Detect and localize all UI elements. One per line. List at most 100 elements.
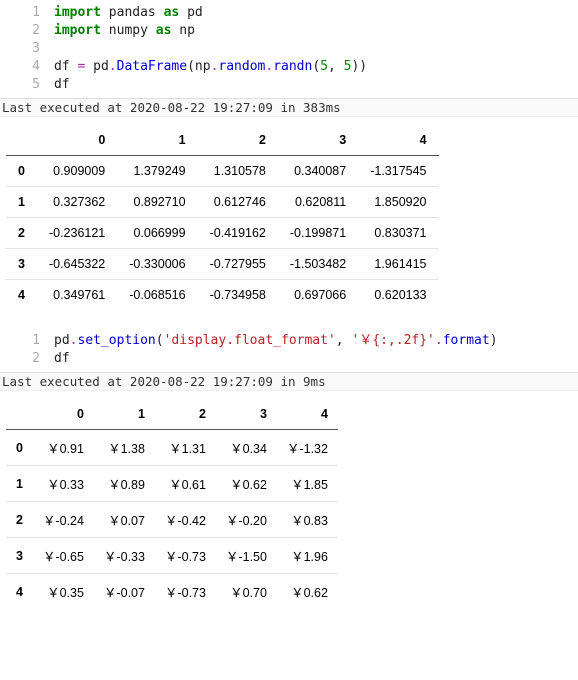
line-number: 4 [0, 58, 54, 76]
cell: -0.727955 [198, 249, 278, 280]
row-header: 2 [6, 218, 37, 249]
row-header: 4 [6, 280, 37, 311]
cell: ￥0.62 [277, 574, 338, 610]
code-text [54, 40, 62, 58]
cell: ￥0.07 [94, 502, 155, 538]
execution-info: Last executed at 2020-08-22 19:27:09 in … [0, 373, 578, 391]
table-row: 1￥0.33￥0.89￥0.61￥0.62￥1.85 [6, 466, 338, 502]
code-cell-2[interactable]: 1 pd.set_option('display.float_format', … [0, 328, 578, 373]
table-corner [6, 125, 37, 156]
code-line: 2 import numpy as np [0, 22, 578, 40]
cell: 1.961415 [358, 249, 438, 280]
col-header: 2 [155, 399, 216, 430]
cell: ￥0.89 [94, 466, 155, 502]
col-header: 3 [278, 125, 358, 156]
col-header: 3 [216, 399, 277, 430]
table-row: 0￥0.91￥1.38￥1.31￥0.34￥-1.32 [6, 430, 338, 466]
code-text: df [54, 76, 70, 94]
cell: ￥0.61 [155, 466, 216, 502]
row-header: 4 [6, 574, 33, 610]
code-text: import pandas as pd [54, 4, 203, 22]
cell: 1.379249 [117, 156, 197, 187]
cell: -1.317545 [358, 156, 438, 187]
table-row: 2￥-0.24￥0.07￥-0.42￥-0.20￥0.83 [6, 502, 338, 538]
table-row: 40.349761-0.068516-0.7349580.6970660.620… [6, 280, 439, 311]
cell: 0.327362 [37, 187, 117, 218]
table-row: 4￥0.35￥-0.07￥-0.73￥0.70￥0.62 [6, 574, 338, 610]
output-table-2: 0 1 2 3 4 0￥0.91￥1.38￥1.31￥0.34￥-1.321￥0… [6, 399, 338, 609]
cell: ￥1.85 [277, 466, 338, 502]
cell: 0.620133 [358, 280, 438, 311]
cell: -0.645322 [37, 249, 117, 280]
code-cell-1[interactable]: 1 import pandas as pd 2 import numpy as … [0, 0, 578, 99]
code-text: df = pd.DataFrame(np.random.randn(5, 5)) [54, 58, 367, 76]
row-header: 3 [6, 249, 37, 280]
cell: ￥-0.07 [94, 574, 155, 610]
cell: 0.830371 [358, 218, 438, 249]
execution-info: Last executed at 2020-08-22 19:27:09 in … [0, 99, 578, 117]
cell: -0.419162 [198, 218, 278, 249]
line-number: 1 [0, 332, 54, 350]
table-row: 10.3273620.8927100.6127460.6208111.85092… [6, 187, 439, 218]
code-line: 4 df = pd.DataFrame(np.random.randn(5, 5… [0, 58, 578, 76]
cell: ￥0.33 [33, 466, 94, 502]
table-row: 3￥-0.65￥-0.33￥-0.73￥-1.50￥1.96 [6, 538, 338, 574]
col-header: 1 [117, 125, 197, 156]
code-line: 5 df [0, 76, 578, 94]
line-number: 3 [0, 40, 54, 58]
cell: -0.330006 [117, 249, 197, 280]
cell: ￥-0.73 [155, 538, 216, 574]
cell: ￥1.96 [277, 538, 338, 574]
cell: -0.236121 [37, 218, 117, 249]
col-header: 0 [33, 399, 94, 430]
cell: 1.850920 [358, 187, 438, 218]
cell: 0.620811 [278, 187, 358, 218]
line-number: 5 [0, 76, 54, 94]
cell: ￥-1.32 [277, 430, 338, 466]
code-line: 3 [0, 40, 578, 58]
code-line: 1 pd.set_option('display.float_format', … [0, 332, 578, 350]
code-line: 2 df [0, 350, 578, 368]
cell: ￥0.35 [33, 574, 94, 610]
col-header: 1 [94, 399, 155, 430]
line-number: 2 [0, 22, 54, 40]
code-text: pd.set_option('display.float_format', '￥… [54, 332, 498, 350]
cell: 1.310578 [198, 156, 278, 187]
cell: 0.612746 [198, 187, 278, 218]
cell: ￥1.31 [155, 430, 216, 466]
cell: 0.697066 [278, 280, 358, 311]
table-corner [6, 399, 33, 430]
col-header: 2 [198, 125, 278, 156]
row-header: 3 [6, 538, 33, 574]
cell: ￥0.83 [277, 502, 338, 538]
line-number: 2 [0, 350, 54, 368]
table-row: 3-0.645322-0.330006-0.727955-1.5034821.9… [6, 249, 439, 280]
cell: ￥-1.50 [216, 538, 277, 574]
cell: ￥-0.24 [33, 502, 94, 538]
cell: 0.066999 [117, 218, 197, 249]
table-row: 2-0.2361210.066999-0.419162-0.1998710.83… [6, 218, 439, 249]
row-header: 1 [6, 187, 37, 218]
cell: ￥-0.42 [155, 502, 216, 538]
cell: -0.734958 [198, 280, 278, 311]
row-header: 0 [6, 430, 33, 466]
code-text: df [54, 350, 70, 368]
output-table-1: 0 1 2 3 4 00.9090091.3792491.3105780.340… [6, 125, 439, 310]
cell: ￥0.62 [216, 466, 277, 502]
col-header: 4 [358, 125, 438, 156]
code-text: import numpy as np [54, 22, 195, 40]
cell: 0.892710 [117, 187, 197, 218]
cell: 0.909009 [37, 156, 117, 187]
line-number: 1 [0, 4, 54, 22]
cell: -0.068516 [117, 280, 197, 311]
cell: -1.503482 [278, 249, 358, 280]
row-header: 1 [6, 466, 33, 502]
cell: -0.199871 [278, 218, 358, 249]
cell: 0.340087 [278, 156, 358, 187]
cell: ￥1.38 [94, 430, 155, 466]
code-line: 1 import pandas as pd [0, 4, 578, 22]
row-header: 2 [6, 502, 33, 538]
cell: 0.349761 [37, 280, 117, 311]
cell: ￥-0.73 [155, 574, 216, 610]
table-row: 00.9090091.3792491.3105780.340087-1.3175… [6, 156, 439, 187]
